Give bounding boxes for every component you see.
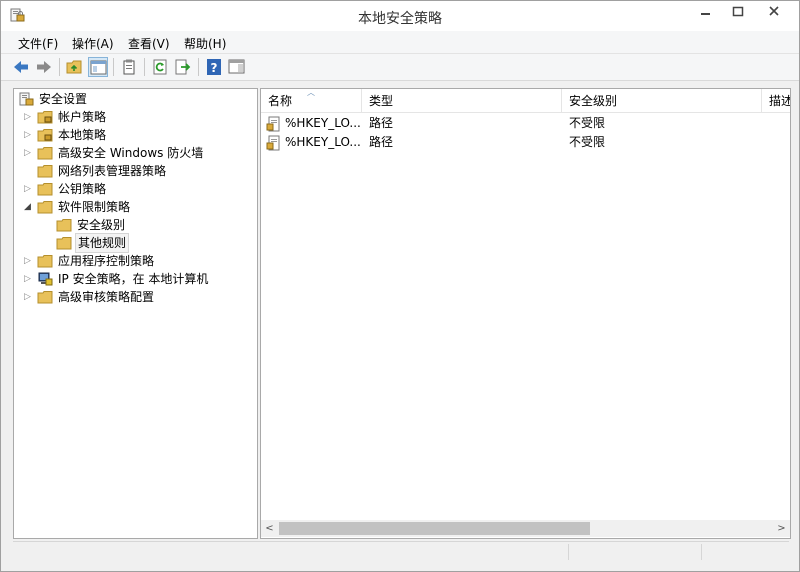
refresh-button[interactable] bbox=[150, 57, 170, 77]
show-hide-tree-button[interactable] bbox=[88, 57, 108, 77]
folder-icon bbox=[56, 217, 72, 233]
menu-action[interactable]: 操作(A) bbox=[72, 35, 114, 52]
menu-bar: 文件(F) 操作(A) 查看(V) 帮助(H) bbox=[1, 31, 799, 54]
rule-security-level: 不受限 bbox=[569, 116, 606, 130]
window-title: 本地安全策略 bbox=[358, 11, 442, 27]
table-row[interactable]: %HKEY_LO... 路径 不受限 bbox=[261, 114, 790, 133]
security-settings-icon bbox=[18, 91, 34, 107]
export-list-button[interactable] bbox=[173, 57, 193, 77]
status-bar bbox=[13, 541, 789, 562]
rule-type: 路径 bbox=[369, 116, 394, 130]
back-arrow-icon bbox=[14, 61, 28, 73]
column-header-label: 类型 bbox=[369, 94, 394, 108]
column-header-type[interactable]: 类型 bbox=[362, 89, 562, 113]
action-pane-icon bbox=[228, 59, 245, 74]
expand-arrow-icon[interactable]: ▷ bbox=[24, 270, 34, 288]
toolbar-separator bbox=[198, 58, 199, 76]
expand-arrow-icon[interactable]: ▷ bbox=[24, 126, 34, 144]
title-bar: 本地安全策略 bbox=[1, 1, 799, 31]
up-level-button[interactable] bbox=[65, 57, 85, 77]
folder-icon bbox=[37, 145, 53, 161]
status-divider bbox=[568, 544, 569, 560]
rule-name: %HKEY_LO... bbox=[285, 135, 361, 149]
forward-button[interactable] bbox=[34, 57, 54, 77]
column-header-description[interactable]: 描述 bbox=[762, 89, 791, 113]
column-header-name[interactable]: 名称 ︿ bbox=[261, 89, 362, 113]
sort-ascending-icon: ︿ bbox=[307, 88, 315, 97]
folder-icon bbox=[37, 163, 53, 179]
tree-label: 高级安全 Windows 防火墙 bbox=[58, 146, 204, 160]
column-header-label: 名称 bbox=[268, 94, 293, 108]
expand-arrow-icon[interactable]: ▷ bbox=[24, 144, 34, 162]
rule-security-level: 不受限 bbox=[569, 135, 606, 149]
folder-lock-icon bbox=[37, 109, 53, 125]
expand-arrow-icon[interactable]: ▷ bbox=[24, 288, 34, 306]
tree-label: 安全级别 bbox=[77, 218, 126, 232]
refresh-icon bbox=[153, 59, 167, 75]
maximize-icon bbox=[732, 6, 744, 17]
status-divider bbox=[701, 544, 702, 560]
tree-label: 帐户策略 bbox=[58, 110, 107, 124]
console-tree-icon bbox=[90, 60, 107, 75]
rule-type: 路径 bbox=[369, 135, 394, 149]
help-button[interactable]: ? bbox=[204, 57, 224, 77]
folder-up-icon bbox=[66, 60, 82, 74]
maximize-button[interactable] bbox=[723, 1, 753, 23]
expand-arrow-icon[interactable]: ▷ bbox=[24, 252, 34, 270]
tree-label: 本地策略 bbox=[58, 128, 107, 142]
menu-help[interactable]: 帮助(H) bbox=[184, 35, 226, 52]
tree-label: 网络列表管理器策略 bbox=[58, 164, 167, 178]
folder-lock-icon bbox=[37, 127, 53, 143]
column-header-label: 安全级别 bbox=[569, 94, 618, 108]
tree-label: 应用程序控制策略 bbox=[58, 254, 155, 268]
minimize-icon bbox=[701, 13, 710, 15]
tree-label: 软件限制策略 bbox=[58, 200, 131, 214]
folder-icon bbox=[56, 235, 72, 251]
scrollbar-thumb[interactable] bbox=[279, 522, 590, 535]
folder-icon bbox=[37, 289, 53, 305]
export-icon bbox=[175, 59, 191, 75]
toolbar: ? bbox=[1, 54, 799, 81]
collapse-arrow-icon[interactable]: ◢ bbox=[24, 198, 34, 216]
back-button[interactable] bbox=[11, 57, 31, 77]
show-action-pane-button[interactable] bbox=[227, 57, 247, 77]
ip-security-icon bbox=[37, 271, 53, 287]
expand-arrow-icon[interactable]: ▷ bbox=[24, 180, 34, 198]
folder-icon bbox=[37, 181, 53, 197]
tree-label: IP 安全策略，在 本地计算机 bbox=[58, 272, 209, 286]
local-security-policy-window: 本地安全策略 文件(F) 操作(A) 查看(V) 帮助(H) ? 安全设置 ▷ … bbox=[0, 0, 800, 572]
menu-file[interactable]: 文件(F) bbox=[18, 35, 58, 52]
tree-label: 安全设置 bbox=[39, 92, 88, 106]
console-tree[interactable]: 安全设置 ▷ 帐户策略 ▷ 本地策略 ▷ 高级安全 Windows 防火墙 网络… bbox=[13, 88, 258, 539]
rule-name: %HKEY_LO... bbox=[285, 116, 361, 130]
scroll-right-icon[interactable]: > bbox=[773, 520, 790, 537]
forward-arrow-icon bbox=[37, 61, 51, 73]
column-header-security-level[interactable]: 安全级别 bbox=[562, 89, 762, 113]
svg-text:?: ? bbox=[211, 61, 218, 75]
path-rule-icon bbox=[266, 116, 282, 132]
toolbar-separator bbox=[113, 58, 114, 76]
close-icon bbox=[769, 6, 779, 16]
minimize-button[interactable] bbox=[691, 1, 721, 23]
table-row[interactable]: %HKEY_LO... 路径 不受限 bbox=[261, 133, 790, 152]
tree-label: 高级审核策略配置 bbox=[58, 290, 155, 304]
clipboard-icon bbox=[123, 59, 135, 75]
column-header-label: 描述 bbox=[769, 94, 791, 108]
help-icon: ? bbox=[207, 59, 221, 75]
path-rule-icon bbox=[266, 135, 282, 151]
folder-icon bbox=[37, 199, 53, 215]
expand-arrow-icon[interactable]: ▷ bbox=[24, 108, 34, 126]
scroll-left-icon[interactable]: < bbox=[261, 520, 278, 537]
tree-label: 公钥策略 bbox=[58, 182, 107, 196]
horizontal-scrollbar[interactable]: < > bbox=[261, 520, 790, 537]
folder-icon bbox=[37, 253, 53, 269]
close-button[interactable] bbox=[759, 1, 789, 23]
toolbar-separator bbox=[144, 58, 145, 76]
menu-view[interactable]: 查看(V) bbox=[128, 35, 170, 52]
properties-button[interactable] bbox=[119, 57, 139, 77]
tree-label: 其他规则 bbox=[75, 233, 130, 253]
rules-list[interactable]: 名称 ︿ 类型 安全级别 描述 %HKEY_LO... 路径 不受限 %HKEY… bbox=[260, 88, 791, 539]
toolbar-separator bbox=[59, 58, 60, 76]
